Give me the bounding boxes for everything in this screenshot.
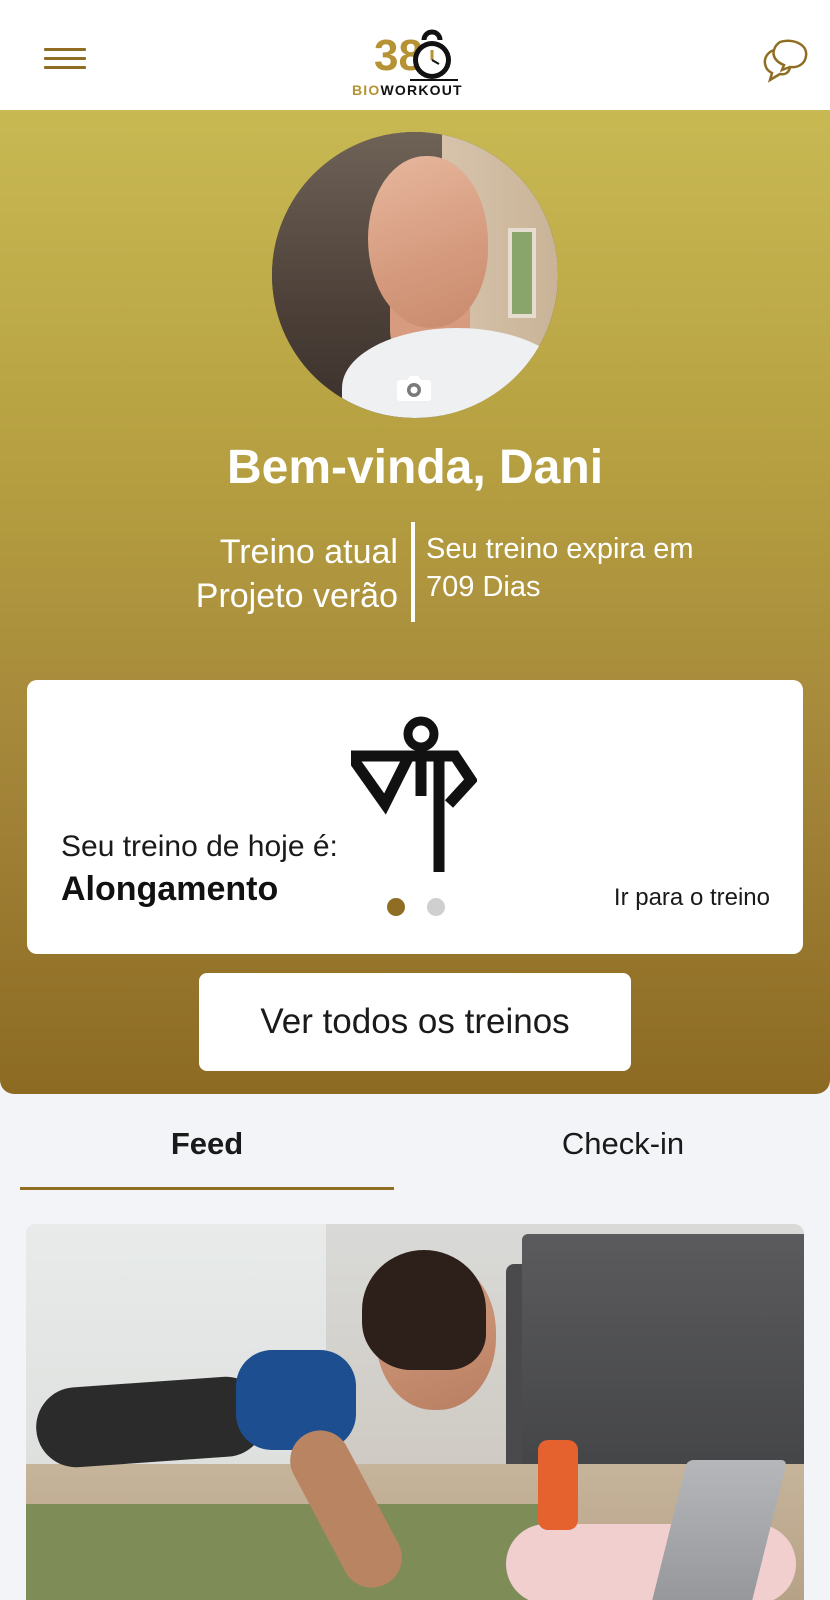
plan-expiry-value: 709 Dias <box>426 571 541 603</box>
camera-icon[interactable] <box>396 374 432 402</box>
carousel-dots <box>387 898 457 918</box>
plan-expiry-label: Seu treino expira em <box>426 533 694 565</box>
stat-divider <box>411 522 415 622</box>
view-all-workouts-button[interactable]: Ver todos os treinos <box>199 973 631 1071</box>
hamburger-menu-icon[interactable] <box>44 46 86 76</box>
current-plan: Treino atual Projeto verão <box>100 530 398 618</box>
carousel-dot-1[interactable] <box>387 898 405 916</box>
today-workout-name: Alongamento <box>61 870 279 908</box>
chat-bubbles-icon[interactable] <box>760 36 810 86</box>
tab-feed[interactable]: Feed <box>20 1126 394 1162</box>
logo-brand-prefix: BIO <box>352 82 381 98</box>
carousel-dot-2[interactable] <box>427 898 445 916</box>
current-plan-label: Treino atual <box>219 533 398 571</box>
active-tab-indicator <box>20 1187 394 1190</box>
tab-checkin[interactable]: Check-in <box>436 1126 810 1162</box>
logo-wordmark: BIOWORKOUT <box>352 82 478 98</box>
today-workout-label: Seu treino de hoje é: <box>61 830 338 863</box>
welcome-heading: Bem-vinda, Dani <box>226 441 604 494</box>
plan-expiry: Seu treino expira em 709 Dias <box>426 530 766 606</box>
logo-brand-suffix: WORKOUT <box>380 82 463 98</box>
bioworkout-logo: 38 BIOWORKOUT <box>352 20 478 100</box>
feed-post-image[interactable] <box>26 1224 804 1600</box>
kettlebell-icon <box>410 29 458 81</box>
current-plan-name: Projeto verão <box>195 577 398 615</box>
go-to-workout-link[interactable]: Ir para o treino <box>614 884 770 912</box>
today-workout-card[interactable]: Seu treino de hoje é: Alongamento Ir par… <box>27 680 803 954</box>
profile-avatar[interactable] <box>272 132 558 418</box>
top-app-bar: 38 BIOWORKOUT <box>0 0 830 110</box>
stretching-pose-icon <box>351 716 477 872</box>
profile-hero: Bem-vinda, Dani Treino atual Projeto ver… <box>0 110 830 1094</box>
